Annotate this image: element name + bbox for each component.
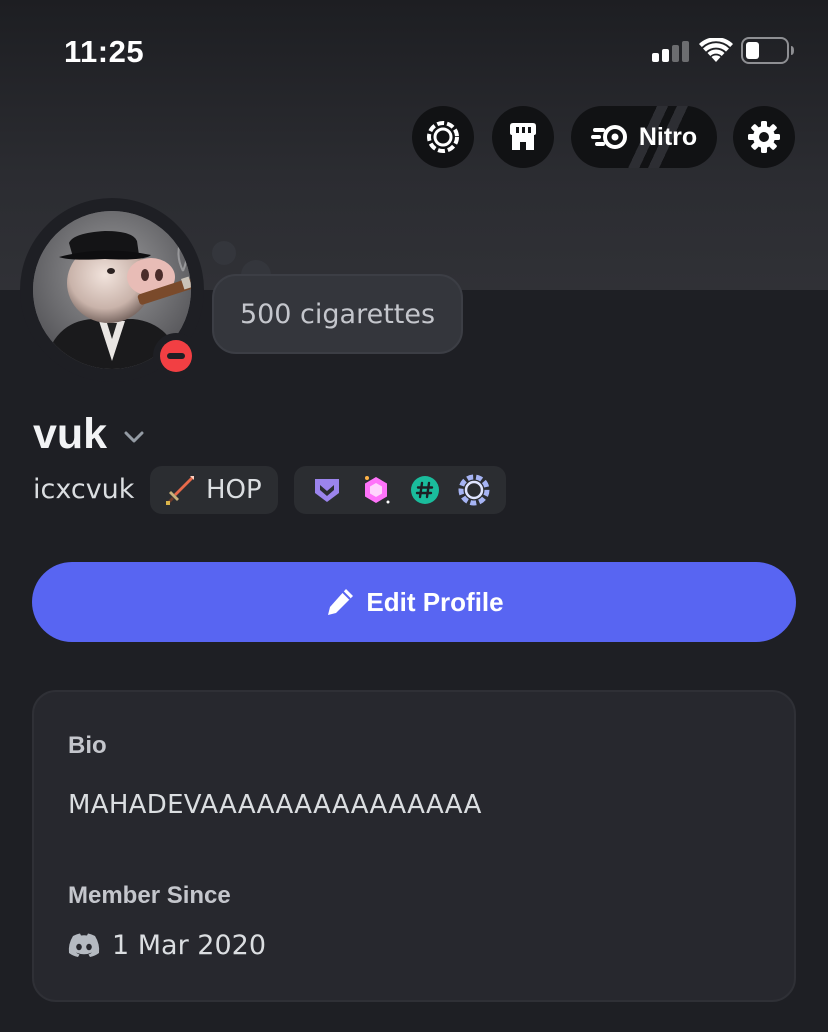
status-clock: 11:25 <box>64 34 145 69</box>
about-card: Bio MAHADEVAAAAAAAAAAAAAAA Member Since … <box>32 690 796 1002</box>
status-bubble-dot-small <box>212 241 236 265</box>
edit-profile-label: Edit Profile <box>366 586 504 617</box>
pencil-icon <box>328 589 354 615</box>
badge-hash[interactable] <box>408 473 442 507</box>
nitro-label: Nitro <box>638 122 698 151</box>
shop-button[interactable] <box>492 106 554 168</box>
badge-hypesquad[interactable] <box>310 473 344 507</box>
badges-row <box>294 466 506 514</box>
guild-tag[interactable]: HOP <box>150 466 278 514</box>
wifi-icon <box>699 38 733 62</box>
settings-button[interactable] <box>733 106 795 168</box>
guild-tag-label: HOP <box>206 475 262 505</box>
dnd-icon <box>160 340 192 372</box>
sword-icon <box>166 476 194 505</box>
badge-nitro-gem[interactable] <box>359 473 393 507</box>
display-name: vuk <box>33 410 108 458</box>
hash-badge-icon <box>411 476 439 504</box>
nitro-wreath-icon <box>458 474 490 506</box>
nitro-gem-icon <box>365 476 390 504</box>
edit-profile-button[interactable]: Edit Profile <box>32 562 796 642</box>
orbs-button[interactable] <box>412 106 474 168</box>
username: icxcvuk <box>33 474 135 505</box>
member-since-heading: Member Since <box>68 882 231 909</box>
chevron-down-icon[interactable] <box>121 424 147 450</box>
status-indicator-dnd <box>153 333 199 379</box>
hypesquad-balance-icon <box>315 479 339 502</box>
cellular-signal-icon <box>652 40 690 62</box>
discord-logo-icon <box>68 933 100 957</box>
member-since-date: 1 Mar 2020 <box>112 930 266 961</box>
member-since-row: 1 Mar 2020 <box>68 930 266 961</box>
ios-status-bar: 11:25 <box>0 0 828 100</box>
bio-text: MAHADEVAAAAAAAAAAAAAAA <box>68 790 482 820</box>
nitro-button[interactable]: Nitro <box>571 106 717 168</box>
nitro-icon <box>590 125 627 149</box>
custom-status-bubble[interactable]: 500 cigarettes <box>212 274 463 354</box>
gear-icon <box>748 121 780 153</box>
orb-wreath-icon <box>427 121 459 153</box>
battery-icon <box>741 37 794 64</box>
badge-nitro-wreath[interactable] <box>457 473 491 507</box>
bio-heading: Bio <box>68 732 107 759</box>
shop-icon <box>510 123 536 150</box>
